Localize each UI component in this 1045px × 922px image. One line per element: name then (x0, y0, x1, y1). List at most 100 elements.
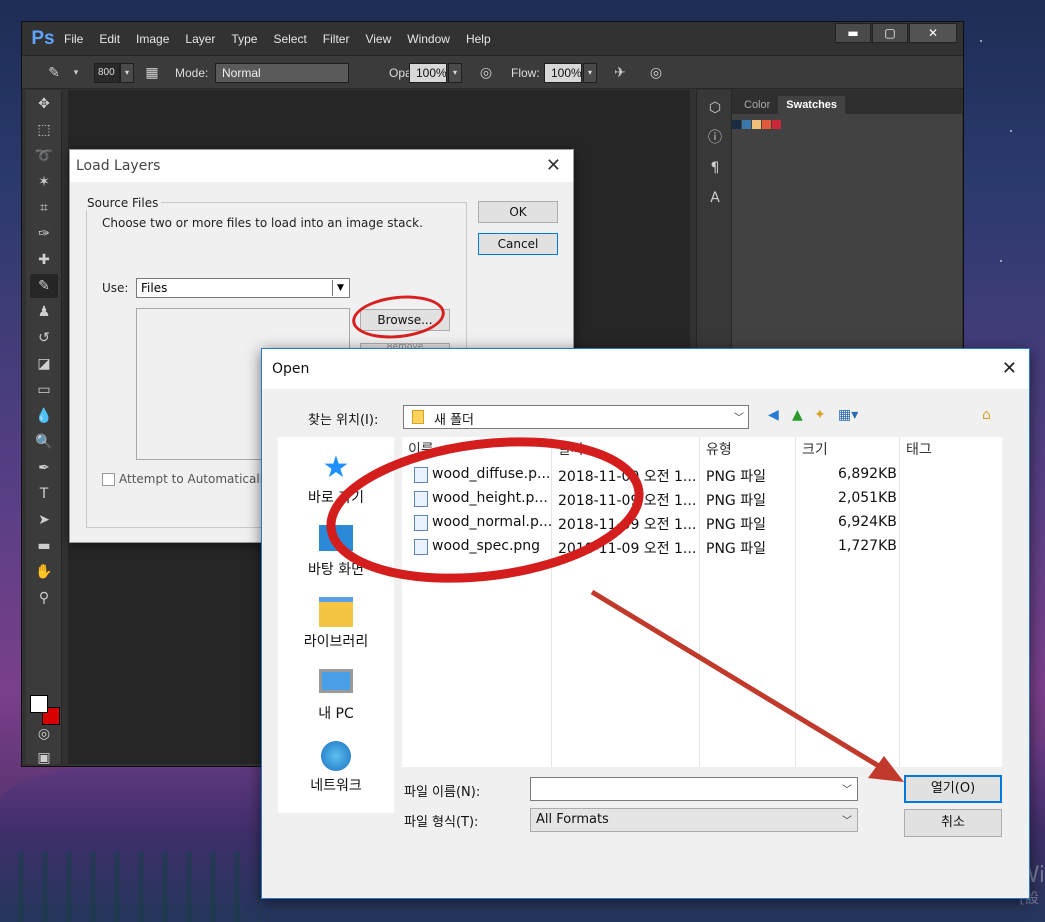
opacity-input[interactable]: 100% (409, 63, 447, 83)
column-size[interactable]: 크기 (796, 439, 900, 463)
flow-input[interactable]: 100% (544, 63, 582, 83)
menu-layer[interactable]: Layer (185, 32, 215, 46)
tab-color[interactable]: Color (736, 96, 778, 114)
attempt-checkbox[interactable] (102, 473, 115, 486)
use-select[interactable]: Files ▼ (136, 278, 350, 298)
open-button[interactable]: 열기(O) (904, 775, 1002, 803)
file-date: 2018-11-09 오전 1... (558, 517, 697, 533)
column-date[interactable]: 날짜 (552, 439, 700, 463)
tab-swatches[interactable]: Swatches (778, 96, 846, 114)
place-network[interactable]: 네트워크 (278, 741, 394, 795)
minimize-button[interactable]: ▬ (835, 23, 871, 43)
clone-stamp-tool-icon[interactable]: ♟ (30, 300, 58, 324)
menu-image[interactable]: Image (136, 32, 169, 46)
brush-size[interactable]: 800 (94, 63, 120, 83)
hand-tool-icon[interactable]: ✋ (30, 560, 58, 584)
menu-help[interactable]: Help (466, 32, 491, 46)
ok-button[interactable]: OK (478, 201, 558, 223)
column-name[interactable]: 이름 (402, 439, 552, 463)
maximize-button[interactable]: ▢ (872, 23, 908, 43)
swatch[interactable] (772, 120, 781, 129)
magic-wand-tool-icon[interactable]: ✶ (30, 170, 58, 194)
mode-select[interactable]: Normal (215, 63, 349, 83)
pen-tool-icon[interactable]: ✒ (30, 456, 58, 480)
pressure-opacity-icon[interactable]: ◎ (476, 63, 496, 83)
swatch[interactable] (742, 120, 751, 129)
dodge-tool-icon[interactable]: 🔍 (30, 430, 58, 454)
type-tool-icon[interactable]: T (30, 482, 58, 506)
screen-mode-icon[interactable]: ▣ (30, 746, 58, 770)
paragraph-icon[interactable]: ¶ (701, 156, 729, 180)
menu-view[interactable]: View (365, 32, 391, 46)
quick-mask-icon[interactable]: ◎ (30, 722, 58, 746)
menu-edit[interactable]: Edit (99, 32, 120, 46)
swatch[interactable] (732, 120, 741, 129)
look-in-select[interactable]: 새 폴더 ﹀ (403, 405, 749, 429)
brush-panel-icon[interactable]: ▦ (142, 63, 162, 83)
airbrush-icon[interactable]: ✈ (610, 63, 630, 83)
swatch[interactable] (752, 120, 761, 129)
view-menu-icon[interactable]: ▦▾ (838, 407, 858, 423)
filename-input[interactable]: ﹀ (530, 777, 858, 801)
crop-tool-icon[interactable]: ⌗ (30, 196, 58, 220)
new-folder-icon[interactable]: ✦ (814, 407, 826, 423)
opacity-dropdown[interactable]: ▾ (448, 63, 462, 83)
up-folder-icon[interactable]: ▲ (792, 407, 803, 423)
brush-size-dropdown[interactable]: ▾ (120, 63, 134, 83)
brush-tool-icon[interactable]: ✎ (44, 63, 64, 83)
foreground-color-swatch[interactable] (30, 695, 48, 713)
menu-type[interactable]: Type (231, 32, 257, 46)
path-selection-tool-icon[interactable]: ➤ (30, 508, 58, 532)
rectangle-tool-icon[interactable]: ▬ (30, 534, 58, 558)
pressure-size-icon[interactable]: ◎ (646, 63, 666, 83)
file-row[interactable]: wood_normal.p... 2018-11-09 오전 1... PNG … (402, 511, 1002, 535)
flow-dropdown[interactable]: ▾ (583, 63, 597, 83)
back-icon[interactable]: ◀ (768, 407, 779, 423)
folder-star-icon[interactable]: ⌂ (982, 407, 991, 423)
history-brush-tool-icon[interactable]: ↺ (30, 326, 58, 350)
filetype-select[interactable]: All Formats ﹀ (530, 808, 858, 832)
swatch[interactable] (762, 120, 771, 129)
menu-filter[interactable]: Filter (323, 32, 350, 46)
use-select-value: Files (141, 281, 168, 295)
place-this-pc[interactable]: 내 PC (278, 669, 394, 723)
window-controls: ▬ ▢ ✕ (834, 23, 957, 43)
libraries-icon[interactable]: ⬡ (701, 96, 729, 120)
column-tags[interactable]: 태그 (900, 439, 1000, 463)
cancel-button[interactable]: Cancel (478, 233, 558, 255)
file-name: wood_spec.png (432, 538, 541, 554)
place-libraries[interactable]: 라이브러리 (278, 597, 394, 651)
blur-tool-icon[interactable]: 💧 (30, 404, 58, 428)
close-button[interactable]: ✕ (909, 23, 957, 43)
tool-preset-dropdown-icon[interactable]: ▾ (66, 63, 86, 83)
close-icon[interactable]: ✕ (546, 155, 561, 176)
file-list[interactable]: 이름 날짜 유형 크기 태그 wood_diffuse.p... 2018-11… (402, 437, 1002, 767)
character-icon[interactable]: A (701, 186, 729, 210)
menu-select[interactable]: Select (273, 32, 306, 46)
marquee-tool-icon[interactable]: ⬚ (30, 118, 58, 142)
menu-window[interactable]: Window (407, 32, 450, 46)
place-desktop[interactable]: 바탕 화면 (278, 525, 394, 579)
column-type[interactable]: 유형 (700, 439, 796, 463)
move-tool-icon[interactable]: ✥ (30, 92, 58, 116)
eyedropper-tool-icon[interactable]: ✑ (30, 222, 58, 246)
place-quick-access[interactable]: ★ 바로 가기 (278, 453, 394, 507)
menu-file[interactable]: File (64, 32, 83, 46)
cancel-button[interactable]: 취소 (904, 809, 1002, 837)
place-label: 바로 가기 (308, 490, 364, 506)
filetype-value: All Formats (536, 812, 609, 827)
close-icon[interactable]: ✕ (1002, 358, 1017, 379)
lasso-tool-icon[interactable]: ➰ (30, 144, 58, 168)
file-row[interactable]: wood_spec.png 2018-11-09 오전 1... PNG 파일 … (402, 535, 1002, 559)
open-dialog-title: Open (272, 361, 310, 377)
file-row[interactable]: wood_height.p... 2018-11-09 오전 1... PNG … (402, 487, 1002, 511)
file-size: 2,051KB (838, 490, 897, 506)
gradient-tool-icon[interactable]: ▭ (30, 378, 58, 402)
info-icon[interactable]: ⓘ (701, 126, 729, 150)
healing-brush-tool-icon[interactable]: ✚ (30, 248, 58, 272)
file-row[interactable]: wood_diffuse.p... 2018-11-09 오전 1... PNG… (402, 463, 1002, 487)
eraser-tool-icon[interactable]: ◪ (30, 352, 58, 376)
zoom-tool-icon[interactable]: ⚲ (30, 586, 58, 610)
filetype-label: 파일 형식(T): (404, 815, 479, 830)
brush-tool-icon[interactable]: ✎ (30, 274, 58, 298)
